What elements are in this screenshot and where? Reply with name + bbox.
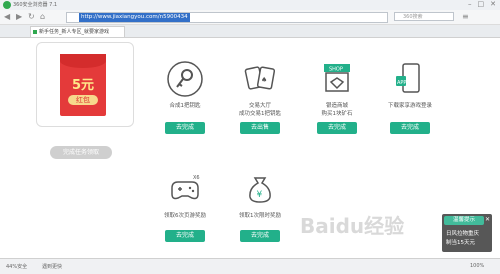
envelope-amount: 5元 xyxy=(71,78,95,93)
tab-label: 新手任务_新人专区_就要家游戏 xyxy=(39,29,110,35)
cards-icon: ♠ xyxy=(241,60,279,98)
shop-badge: SHOP xyxy=(329,67,343,73)
title-bar: 360安全浏览器 7.1 – □ ✕ xyxy=(0,0,500,10)
task-trade-key: ♠ 交易大厅 成功交易1把钥匙 去出售 xyxy=(225,60,295,140)
browser-logo-icon xyxy=(3,1,11,9)
red-envelope: 5元 红包 xyxy=(60,54,106,116)
task-webgame-reward: X6 领取6次页游奖励 去完成 xyxy=(150,170,220,250)
task-label-line2: 成功交易1把钥匙 xyxy=(239,111,281,117)
gamepad-badge: X6 xyxy=(193,175,200,181)
promo-line: 日风拉物重庆 xyxy=(446,231,480,237)
status-bar: 44%安全 遇到更快 100% xyxy=(0,258,500,274)
tab-bar: 新手任务_新人专区_就要家游戏 xyxy=(0,25,500,38)
promo-popup: 温馨提示 ✕ 日风拉物重庆 制当15天元 xyxy=(442,214,492,252)
security-status[interactable]: 44%安全 xyxy=(6,263,27,270)
task-label-line2: 购买1块矿石 xyxy=(321,111,353,117)
zoom-level[interactable]: 100% xyxy=(470,263,484,269)
task-go-button[interactable]: 去完成 xyxy=(165,230,205,242)
task-label: 下载家享游戏登录 xyxy=(387,103,432,109)
task-label-line1: 交易大厅 xyxy=(248,103,271,109)
task-limited-reward: ¥ 领取1次限时奖励 去完成 xyxy=(225,170,295,250)
window-title: 360安全浏览器 7.1 xyxy=(13,2,58,8)
shop-icon: SHOP xyxy=(318,60,356,98)
task-label: 领取6次页游奖励 xyxy=(164,213,206,219)
envelope-label: 红包 xyxy=(68,95,98,105)
maximize-icon[interactable]: □ xyxy=(478,0,485,8)
address-bar[interactable]: http://www.jiaxiangyou.com/n5900434 xyxy=(66,12,388,23)
promo-line: 制当15天元 xyxy=(446,240,475,246)
speed-status[interactable]: 遇到更快 xyxy=(42,263,62,270)
tab-active[interactable]: 新手任务_新人专区_就要家游戏 xyxy=(30,26,125,37)
url-text[interactable]: http://www.jiaxiangyou.com/n5900434 xyxy=(79,13,190,22)
task-shop: SHOP 银造商城 购买1块矿石 去完成 xyxy=(302,60,372,140)
svg-text:APP: APP xyxy=(397,80,406,86)
envelope-flap xyxy=(60,54,106,68)
task-sell-button[interactable]: 去出售 xyxy=(240,122,280,134)
key-icon xyxy=(166,60,204,98)
home-icon[interactable]: ⌂ xyxy=(40,12,45,21)
close-icon[interactable]: ✕ xyxy=(485,216,490,223)
refresh-icon[interactable]: ↻ xyxy=(28,12,35,21)
svg-text:♠: ♠ xyxy=(261,76,267,84)
task-label-line1: 银造商城 xyxy=(325,103,348,109)
claim-button[interactable]: 完成任务领取 xyxy=(50,146,112,159)
search-input[interactable]: 360搜索 xyxy=(394,12,454,21)
task-synthesize-key: 合成1把钥匙 去完成 xyxy=(150,60,220,140)
menu-icon[interactable]: ≡ xyxy=(462,12,469,21)
task-label: 合成1把钥匙 xyxy=(169,103,201,109)
task-go-button[interactable]: 去完成 xyxy=(390,122,430,134)
task-go-button[interactable]: 去完成 xyxy=(240,230,280,242)
close-icon[interactable]: ✕ xyxy=(490,0,496,8)
forward-icon[interactable]: ▶ xyxy=(16,12,22,21)
promo-title: 温馨提示 xyxy=(444,216,484,225)
svg-text:¥: ¥ xyxy=(257,190,263,200)
minimize-icon[interactable]: – xyxy=(468,0,472,8)
toolbar: ◀ ▶ ↻ ⌂ http://www.jiaxiangyou.com/n5900… xyxy=(0,10,500,25)
app-icon: APP xyxy=(391,60,429,98)
back-icon[interactable]: ◀ xyxy=(4,12,10,21)
task-download-app: APP 下载家享游戏登录 去完成 xyxy=(375,60,445,140)
task-go-button[interactable]: 去完成 xyxy=(165,122,205,134)
moneybag-icon: ¥ xyxy=(241,170,279,208)
task-go-button[interactable]: 去完成 xyxy=(317,122,357,134)
baidu-watermark: Baidu经验 xyxy=(300,214,405,238)
task-label: 领取1次限时奖励 xyxy=(239,213,281,219)
gamepad-icon: X6 xyxy=(166,170,204,208)
tab-favicon-icon xyxy=(33,30,37,34)
